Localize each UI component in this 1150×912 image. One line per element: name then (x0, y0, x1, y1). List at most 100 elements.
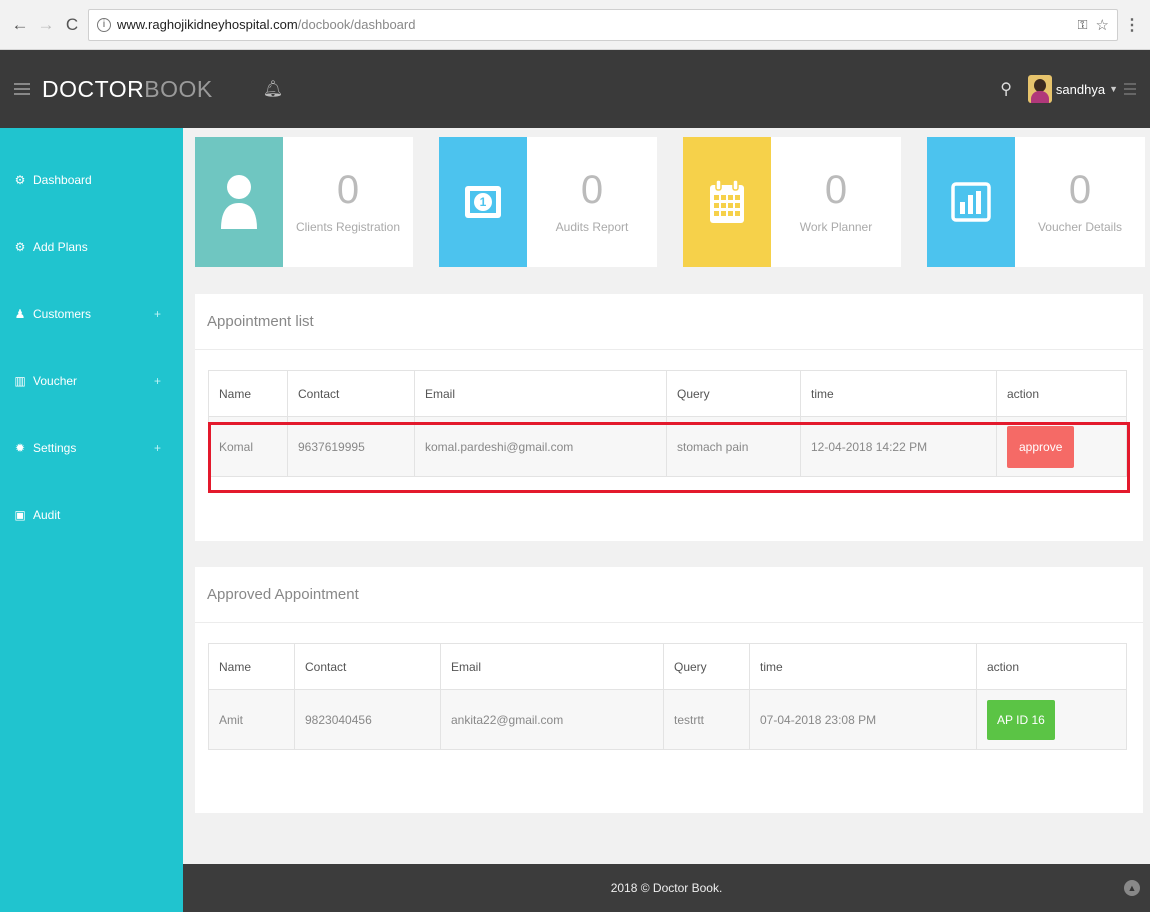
browser-toolbar: ← → C i www.raghojikidneyhospital.com/do… (0, 0, 1150, 50)
sidebar-item-label: Voucher (33, 373, 78, 388)
stat-label: Clients Registration (295, 220, 401, 234)
address-bar[interactable]: i www.raghojikidneyhospital.com/docbook/… (88, 8, 1118, 41)
dashboard-icon: ⚙ (14, 172, 26, 187)
sidebar-item-settings[interactable]: ✹ Settings + (0, 414, 183, 481)
bar-chart-icon (951, 182, 991, 222)
sidebar-item-label: Customers (33, 306, 92, 321)
search-icon[interactable]: ⚲ (1000, 79, 1012, 99)
back-icon[interactable]: ← (10, 15, 30, 35)
sidebar-item-label: Settings (33, 440, 77, 455)
table-row: Amit 9823040456 ankita22@gmail.com testr… (208, 689, 1127, 750)
forward-icon[interactable]: → (36, 15, 56, 35)
url-host: www.raghojikidneyhospital.com (117, 17, 298, 32)
sidebar-item-voucher[interactable]: ▥ Voucher + (0, 347, 183, 414)
sidebar-item-label: Dashboard (33, 172, 92, 187)
gear-icon: ✹ (14, 440, 26, 455)
sidebar-item-dashboard[interactable]: ⚙ Dashboard (0, 146, 183, 213)
stat-count: 0 (824, 168, 848, 212)
table-header-row: Name Contact Email Query time action (208, 370, 1127, 417)
bell-icon[interactable]: 🔔︎ (263, 79, 283, 99)
column-header: time (800, 370, 997, 417)
column-header: Email (414, 370, 667, 417)
footer: 2018 © Doctor Book. ▲ (183, 864, 1150, 912)
sidebar-item-label: Add Plans (33, 239, 88, 254)
stat-icon-box (683, 137, 771, 267)
stat-icon-box (195, 137, 283, 267)
column-header: action (996, 370, 1127, 417)
panel-title: Appointment list (195, 294, 1143, 350)
key-icon[interactable]: ⚿ (1078, 17, 1088, 33)
stat-label: Work Planner (799, 220, 873, 234)
approve-button[interactable]: approve (1007, 425, 1075, 468)
money-icon: ▣ (14, 507, 26, 522)
sidebar-item-label: Audit (33, 507, 61, 522)
app-header: DOCTORBOOK 🔔︎ ⚲ sandhya ▼ (0, 50, 1150, 128)
star-icon[interactable]: ☆ (1096, 16, 1109, 34)
column-header: time (749, 643, 977, 690)
column-header: Query (666, 370, 801, 417)
brand-logo[interactable]: DOCTORBOOK (42, 76, 213, 103)
stat-icon-box (927, 137, 1015, 267)
cell-query: testrtt (663, 689, 750, 750)
brand-bold: DOCTOR (42, 75, 145, 102)
sidebar-item-add-plans[interactable]: ⚙ Add Plans (0, 213, 183, 280)
stat-count: 0 (336, 168, 360, 212)
column-header: Name (208, 370, 288, 417)
bar-chart-icon: ▥ (14, 373, 26, 388)
info-icon[interactable]: i (97, 17, 111, 32)
stat-card-planner[interactable]: 0 Work Planner (683, 137, 901, 267)
avatar[interactable] (1027, 75, 1052, 103)
expand-icon[interactable]: + (154, 441, 161, 455)
browser-menu-icon[interactable]: ⋮ (1124, 15, 1140, 35)
cell-action: approve (996, 416, 1127, 477)
cell-query: stomach pain (666, 416, 801, 477)
plans-icon: ⚙ (14, 239, 26, 254)
column-header: Contact (294, 643, 441, 690)
approved-appointment-panel: Approved Appointment Name Contact Email … (195, 567, 1143, 813)
hamburger-icon[interactable] (14, 80, 30, 98)
stat-card-audits[interactable]: 1 0 Audits Report (439, 137, 657, 267)
expand-icon[interactable]: + (154, 307, 161, 321)
url-path: /docbook/dashboard (297, 17, 416, 32)
stat-card-clients[interactable]: 0 Clients Registration (195, 137, 413, 267)
stat-icon-box: 1 (439, 137, 527, 267)
cell-name: Amit (208, 689, 295, 750)
column-header: action (976, 643, 1127, 690)
expand-icon[interactable]: + (154, 374, 161, 388)
chevron-down-icon[interactable]: ▼ (1109, 84, 1118, 94)
cell-contact: 9637619995 (287, 416, 415, 477)
sidebar-item-customers[interactable]: ♟ Customers + (0, 280, 183, 347)
svg-text:1: 1 (480, 195, 487, 209)
stat-label: Voucher Details (1037, 220, 1123, 234)
cell-email: komal.pardeshi@gmail.com (414, 416, 667, 477)
footer-text: 2018 © Doctor Book. (610, 881, 723, 895)
calendar-icon (710, 179, 744, 223)
menu-icon[interactable] (1124, 80, 1136, 98)
cell-contact: 9823040456 (294, 689, 441, 750)
panel-title: Approved Appointment (195, 567, 1143, 623)
scroll-top-icon[interactable]: ▲ (1124, 880, 1140, 896)
stat-label: Audits Report (555, 220, 629, 234)
column-header: Contact (287, 370, 415, 417)
cell-email: ankita22@gmail.com (440, 689, 664, 750)
approved-table: Name Contact Email Query time action Ami… (208, 643, 1127, 750)
stat-count: 0 (1068, 168, 1092, 212)
ap-id-button[interactable]: AP ID 16 (987, 699, 1055, 740)
user-icon: ♟ (14, 306, 26, 321)
money-icon: 1 (465, 186, 501, 218)
reload-icon[interactable]: C (62, 15, 82, 35)
appointment-table: Name Contact Email Query time action Kom… (208, 370, 1127, 477)
cell-name: Komal (208, 416, 288, 477)
brand-light: BOOK (144, 75, 213, 102)
column-header: Email (440, 643, 664, 690)
table-row: Komal 9637619995 komal.pardeshi@gmail.co… (208, 416, 1127, 477)
cell-action: AP ID 16 (976, 689, 1127, 750)
sidebar: ⚙ Dashboard ⚙ Add Plans ♟ Customers + ▥ … (0, 128, 183, 912)
username[interactable]: sandhya (1056, 82, 1105, 97)
user-icon (221, 175, 257, 229)
sidebar-item-audit[interactable]: ▣ Audit (0, 481, 183, 548)
stat-card-vouchers[interactable]: 0 Voucher Details (927, 137, 1145, 267)
column-header: Name (208, 643, 295, 690)
stat-count: 0 (580, 168, 604, 212)
cell-time: 07-04-2018 23:08 PM (749, 689, 977, 750)
